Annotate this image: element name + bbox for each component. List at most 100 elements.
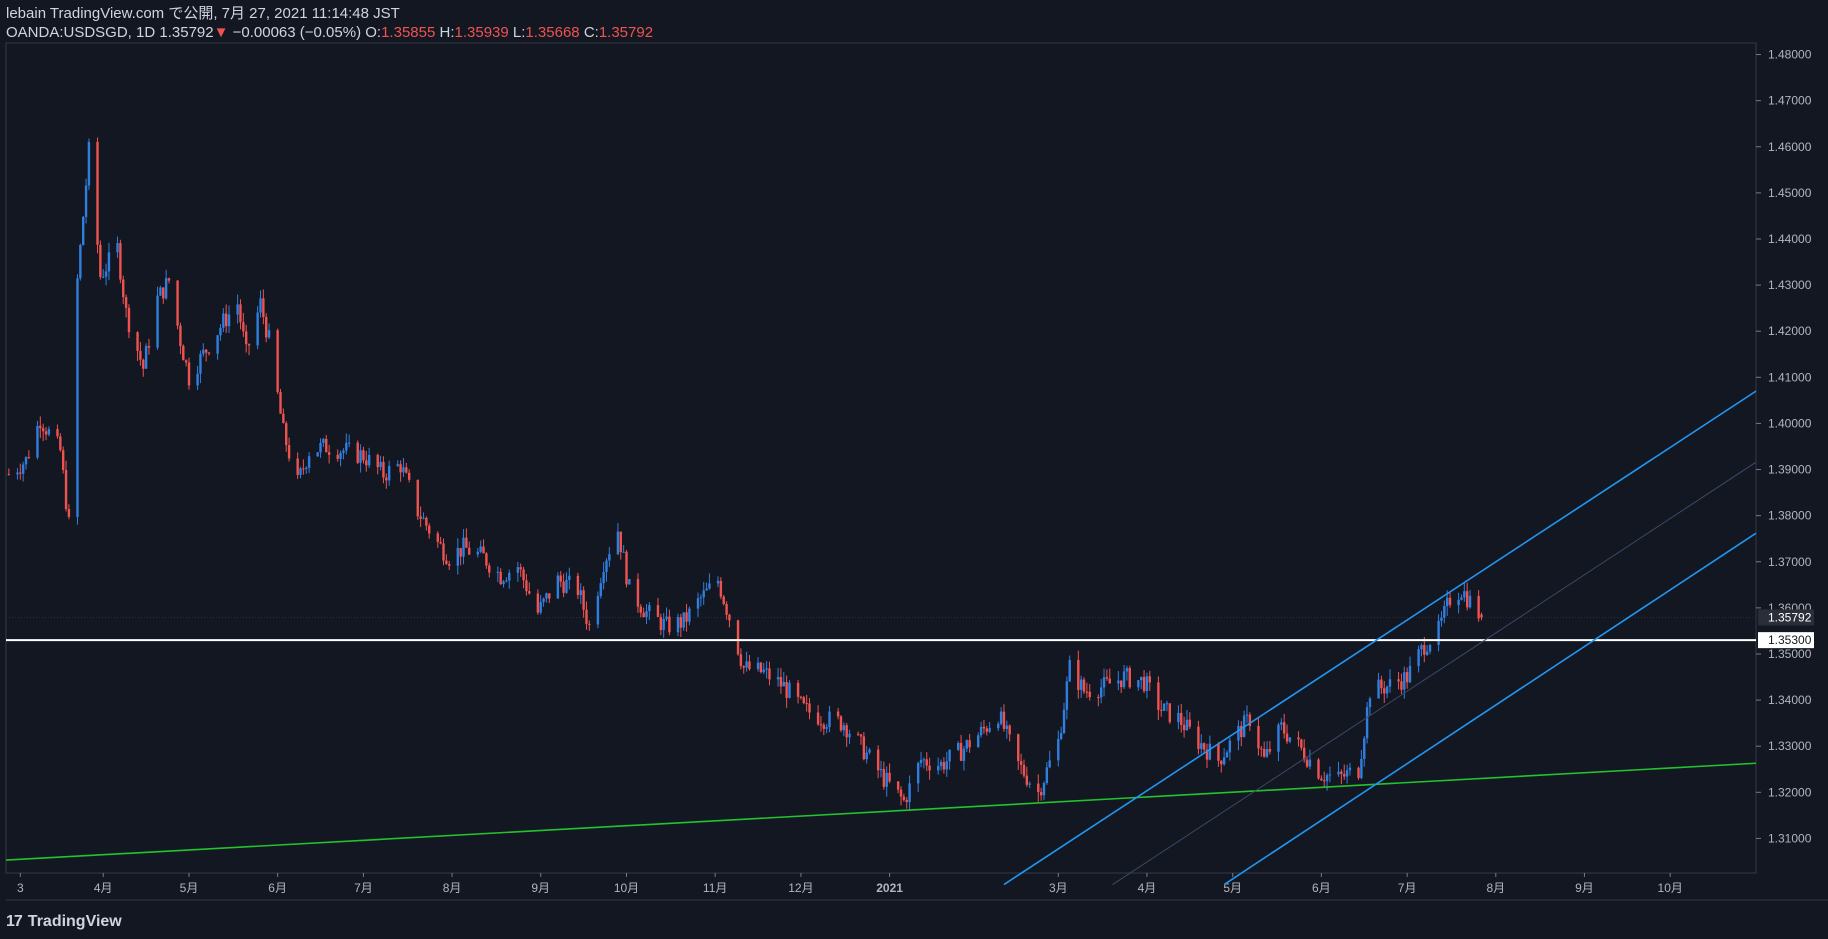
candle-up [999, 711, 1003, 724]
candle-up [939, 762, 943, 766]
candle-down [1480, 614, 1483, 618]
x-tick-label: 5月 [180, 881, 199, 895]
candle-down [548, 593, 551, 599]
candle-up [997, 723, 1000, 729]
candle-up [1162, 703, 1166, 711]
candle-up [21, 464, 25, 474]
candle-up [1137, 680, 1140, 688]
candle-down [127, 307, 131, 333]
candle-up [962, 748, 966, 761]
candle-down [679, 617, 683, 628]
tradingview-brand[interactable]: 17 TradingView [6, 913, 122, 931]
candle-down [925, 759, 928, 766]
candle-down [796, 682, 800, 697]
candle-down [382, 461, 385, 478]
candle-down [139, 350, 142, 360]
candle-down [1142, 676, 1146, 692]
candle-up [916, 762, 920, 784]
candle-up [359, 450, 362, 463]
candle-up [422, 517, 425, 519]
brand-name: TradingView [27, 913, 122, 930]
candle-up [79, 245, 82, 279]
candle-down [742, 666, 745, 668]
candle-down [27, 457, 31, 459]
candle-up [1200, 743, 1203, 749]
plot-frame [5, 42, 1757, 874]
candle-up [1145, 676, 1149, 692]
candle-up [1099, 687, 1103, 698]
candle-up [776, 677, 780, 680]
candle-down [768, 668, 771, 680]
candle-up [842, 725, 846, 731]
candle-down [959, 742, 963, 761]
candle-up [648, 605, 651, 612]
candle-down [736, 620, 740, 655]
candle-up [579, 590, 582, 596]
candle-up [879, 768, 883, 771]
candle-up [1045, 767, 1049, 784]
x-tick-label: 3 [17, 881, 24, 895]
candle-down [416, 479, 419, 517]
candle-up [1068, 659, 1071, 682]
candle-up [756, 662, 760, 670]
y-tick-label: 1.47000 [1768, 94, 1812, 108]
x-tick-label: 11月 [703, 881, 727, 895]
candle-down [1323, 780, 1326, 782]
candle-down [442, 543, 445, 561]
candle-down [739, 654, 743, 667]
candle-up [476, 551, 480, 555]
candle-up [979, 726, 983, 736]
price-chart[interactable]: 1.48000 1.47000 1.46000 1.45000 1.44000 1.430… [0, 0, 1828, 939]
level-price-axis-label: 1.35300 [1768, 633, 1812, 647]
candle-up [1028, 783, 1031, 785]
candle-up [379, 461, 382, 468]
candle-down [522, 569, 525, 581]
candle-down [822, 724, 826, 729]
candle-down [376, 454, 379, 468]
candle-down [636, 579, 640, 607]
candle-down [1220, 760, 1223, 765]
candle-up [36, 425, 39, 458]
candle-down [385, 477, 388, 481]
candle-down [1400, 681, 1403, 690]
channel-lower [1223, 532, 1757, 886]
x-tick-label: 6月 [268, 881, 287, 895]
y-tick-label: 1.46000 [1768, 140, 1812, 154]
candle-up [1325, 775, 1329, 782]
candle-down [99, 244, 102, 277]
candle-up [102, 276, 105, 278]
candle-up [305, 467, 308, 469]
candle-up [316, 452, 319, 457]
candle-up [662, 618, 665, 631]
candle-down [142, 359, 145, 369]
candle-up [1308, 759, 1312, 767]
candle-down [244, 331, 248, 345]
candle-down [59, 436, 62, 451]
candle-up [865, 752, 868, 760]
candle-up [1385, 686, 1389, 694]
candle-up [144, 346, 148, 369]
candle-down [725, 603, 728, 615]
candle-up [682, 612, 685, 628]
candle-up [1102, 677, 1106, 688]
candle-up [267, 330, 271, 338]
candle-up [1337, 771, 1340, 775]
candle-down [639, 606, 643, 613]
candle-up [565, 579, 568, 593]
x-tick-label: 3月 [1049, 881, 1068, 895]
candle-up [502, 581, 505, 585]
candle-down [985, 728, 989, 732]
candle-up [922, 759, 926, 761]
candle-down [928, 765, 931, 771]
candle-up [539, 602, 542, 613]
candle-up [1208, 743, 1212, 760]
candle-down [147, 346, 151, 348]
candle-up [1225, 752, 1229, 758]
candle-down [528, 591, 531, 594]
candle-down [728, 614, 731, 621]
candle-down [224, 313, 228, 327]
candle-up [345, 443, 348, 451]
candle-down [239, 304, 242, 323]
y-tick-label: 1.34000 [1768, 693, 1812, 707]
candle-down [176, 280, 179, 326]
